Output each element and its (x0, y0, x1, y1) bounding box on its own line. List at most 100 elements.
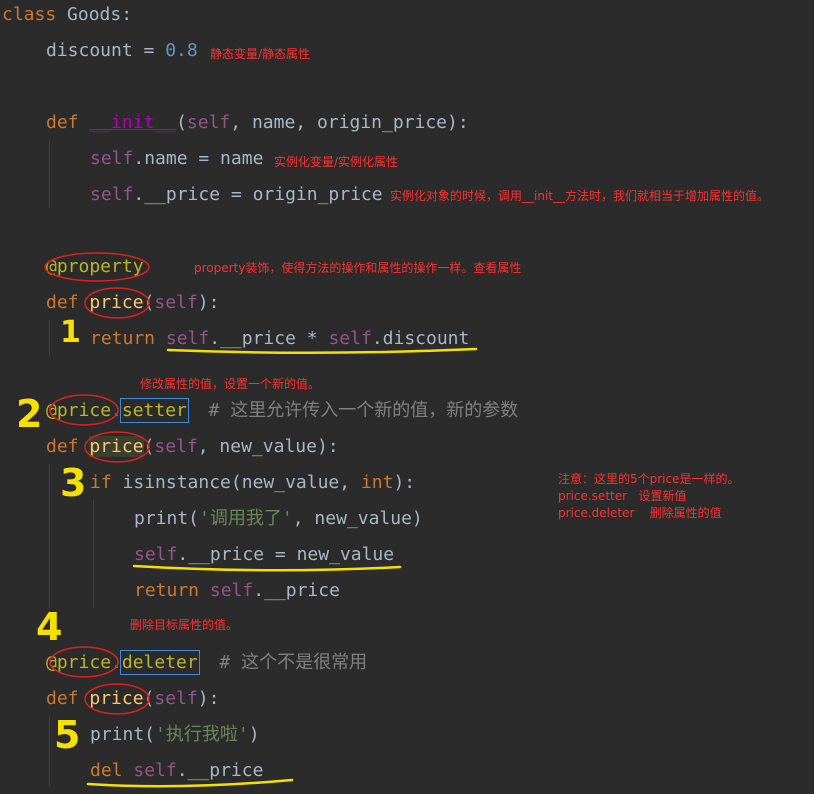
self-ref: self (165, 328, 210, 349)
code-line-2: discount = 0.8 (46, 33, 198, 69)
code-line-8: @property (46, 249, 144, 285)
decorator-deleter: deleter (119, 650, 200, 675)
self-param: self (186, 112, 231, 133)
self-param: self (154, 688, 198, 709)
decorator-price: price (56, 652, 112, 673)
marker-number-2: 2 (16, 392, 43, 436)
marker-number-4: 4 (36, 605, 63, 649)
note-init-explanation: 实例化对象的时候，调用__init__方法时，我们就相当于增加属性的值。 (390, 189, 769, 203)
note-property-decorator: property装饰，使得方法的操作和属性的操作一样。查看属性 (194, 261, 522, 275)
keyword-def: def (46, 688, 79, 709)
paren: ): (393, 472, 416, 493)
comment-deleter: # 这个不是很常用 (197, 652, 368, 673)
keyword-return: return (134, 580, 200, 601)
builtin-int: int (360, 472, 394, 493)
code-editor[interactable]: class Goods: discount = 0.8 静态变量/静态属性 de… (0, 0, 814, 794)
self-ref: self (133, 760, 177, 781)
paren: ( (143, 436, 155, 457)
string-literal: '执行我啦' (155, 724, 249, 745)
indent-guide (49, 464, 50, 608)
call-print: print( (134, 508, 200, 529)
self-param: self (154, 436, 198, 457)
assign-name: .name = name (133, 148, 264, 169)
note-same-price-2: price.setter 设置新值 (558, 489, 687, 503)
decorator-price: price (56, 400, 112, 421)
code-line-10: return self.__price * self.discount (90, 321, 469, 357)
number-literal: 0.8 (165, 40, 198, 61)
self-ref: self (134, 544, 178, 565)
operator: = (132, 40, 166, 61)
self-ref: self (209, 580, 254, 601)
code-line-12: @price.setter # 这里允许传入一个新的值，新的参数 (46, 393, 518, 429)
decorator-property: @property (46, 256, 144, 277)
params: , name, origin_price): (230, 112, 469, 133)
attribute-price: .__price (176, 760, 264, 781)
dot: . (111, 400, 122, 421)
marker-number-5: 5 (54, 713, 81, 757)
code-line-13: def price(self, new_value): (46, 429, 339, 465)
paren: ): (197, 688, 220, 709)
assign-price: .__price = new_value (177, 544, 395, 565)
keyword-def: def (46, 292, 79, 313)
decorator-setter: setter (119, 398, 189, 423)
decorator-at: @ (46, 400, 57, 421)
string-literal: '调用我了' (199, 508, 293, 529)
keyword-del: del (90, 760, 123, 781)
expression: .__price * (209, 328, 329, 349)
keyword-if: if (90, 472, 112, 493)
paren: ( (143, 292, 155, 313)
keyword-return: return (90, 328, 156, 349)
code-line-1: class Goods: (2, 0, 132, 33)
note-delete-value: 删除目标属性的值。 (130, 618, 239, 632)
call-isinstance: isinstance(new_value, (111, 472, 361, 493)
attribute-discount: .discount (371, 328, 470, 349)
indent-guide (49, 140, 50, 208)
function-name-price: price (89, 436, 144, 457)
class-name: Goods: (56, 4, 133, 25)
assign-price: .__price = origin_price (133, 184, 383, 205)
code-line-16: self.__price = new_value (134, 537, 394, 573)
paren: ( (143, 688, 155, 709)
self-param: self (154, 292, 198, 313)
code-line-4: def __init__(self, name, origin_price): (46, 105, 469, 141)
code-line-21: print('执行我啦') (90, 717, 260, 753)
code-line-14: if isinstance(new_value, int): (90, 465, 415, 501)
indent-guide (49, 320, 50, 356)
function-name-price: price (89, 688, 144, 709)
code-line-17: return self.__price (134, 573, 340, 609)
note-modify-value: 修改属性的值，设置一个新的值。 (140, 377, 321, 391)
self-ref: self (90, 148, 134, 169)
self-ref: self (90, 184, 134, 205)
indent-guide (49, 716, 50, 786)
paren: ( (176, 112, 187, 133)
attribute-price: .__price (253, 580, 340, 601)
comment-setter: # 这里允许传入一个新的值，新的参数 (186, 400, 519, 421)
paren: ) (248, 724, 260, 745)
keyword-def: def (46, 112, 79, 133)
paren: ): (197, 292, 220, 313)
note-same-price-1: 注意：这里的5个price是一样的。 (558, 472, 740, 486)
code-line-5: self.name = name (90, 141, 263, 177)
init-method-name: __init__ (89, 112, 177, 133)
indent-guide (93, 500, 94, 608)
decorator-at: @ (46, 652, 57, 673)
note-instance-attribute: 实例化变量/实例化属性 (274, 155, 399, 169)
function-name-price: price (89, 292, 144, 313)
marker-number-1: 1 (60, 315, 81, 350)
keyword-def: def (46, 436, 79, 457)
marker-number-3: 3 (60, 461, 87, 505)
code-line-22: del self.__price (90, 753, 263, 789)
code-line-6: self.__price = origin_price (90, 177, 383, 213)
code-line-19: @price.deleter # 这个不是很常用 (46, 645, 367, 681)
params: , new_value): (197, 436, 339, 457)
args: , new_value) (292, 508, 423, 529)
self-ref: self (328, 328, 372, 349)
note-static-attribute: 静态变量/静态属性 (210, 47, 311, 61)
keyword-class: class (2, 4, 57, 25)
variable-discount: discount (46, 40, 133, 61)
dot: . (111, 652, 122, 673)
code-line-20: def price(self): (46, 681, 219, 717)
note-same-price-3: price.deleter 删除属性的值 (558, 506, 722, 520)
code-line-15: print('调用我了', new_value) (134, 501, 423, 537)
call-print: print( (90, 724, 156, 745)
